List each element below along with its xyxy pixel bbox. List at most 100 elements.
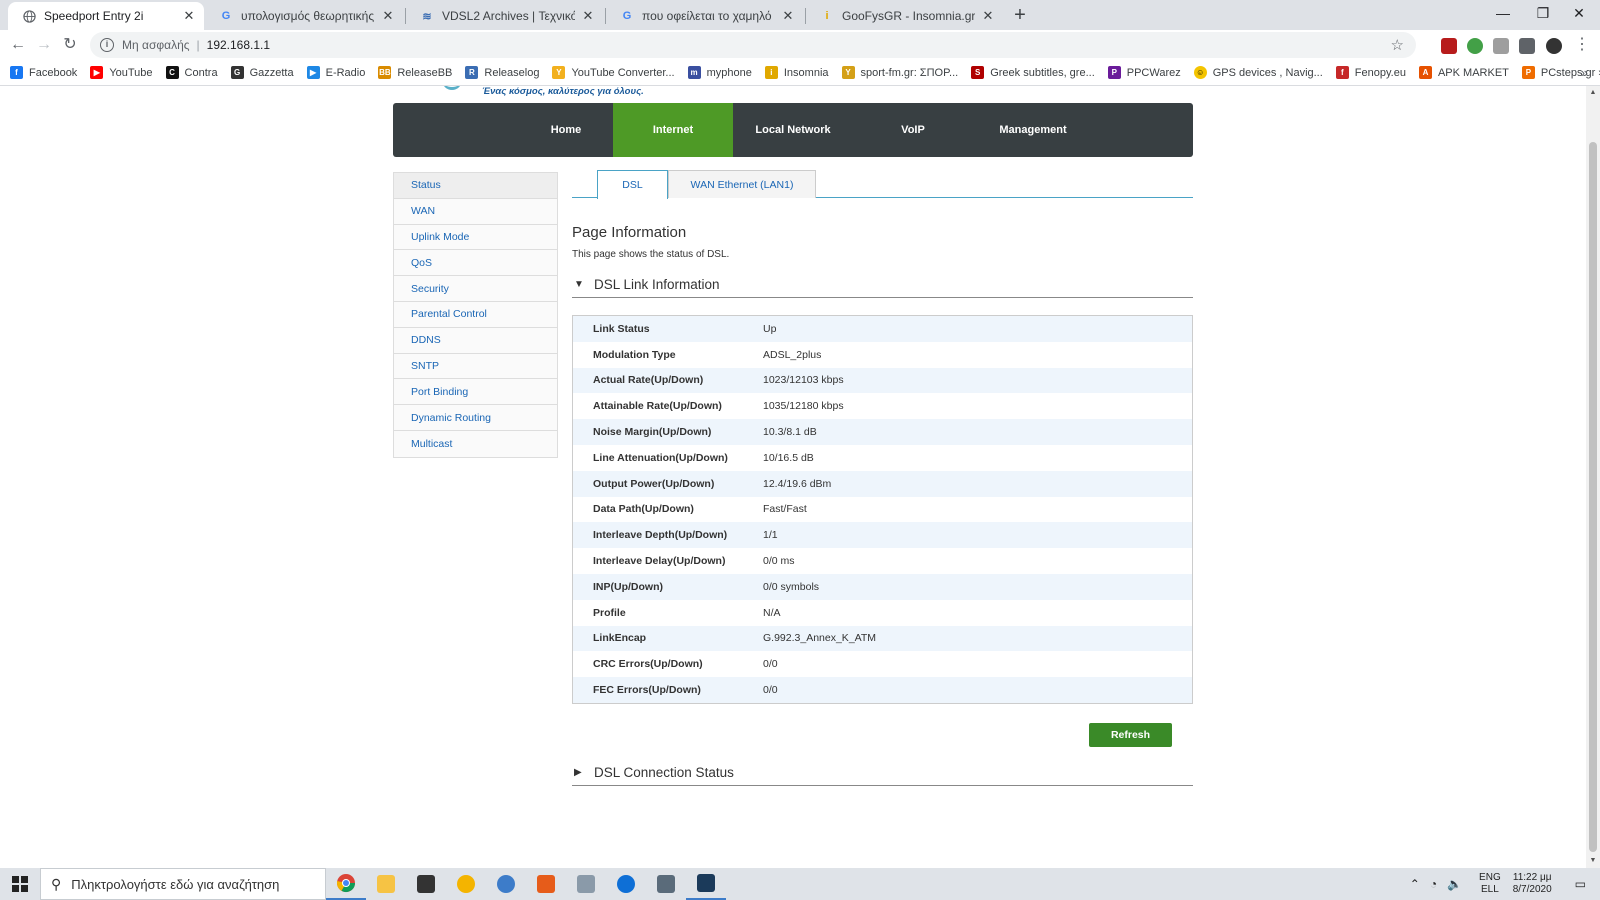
chrome-icon[interactable] — [326, 868, 366, 900]
tab-close-icon[interactable]: ✕ — [381, 8, 395, 24]
teamviewer-icon[interactable] — [606, 868, 646, 900]
profile-avatar[interactable] — [1546, 38, 1562, 54]
jar-icon[interactable] — [566, 868, 606, 900]
nav-local-network[interactable]: Local Network — [733, 103, 853, 157]
side-item-security[interactable]: Security — [394, 276, 557, 302]
speaker-icon[interactable]: 🔈 — [1447, 877, 1462, 891]
side-item-sntp[interactable]: SNTP — [394, 353, 557, 380]
green-extension-icon[interactable] — [1467, 38, 1483, 54]
close-window-button[interactable]: ✕ — [1556, 0, 1600, 28]
bookmark-youtube-converter[interactable]: Y YouTube Converter... — [552, 66, 675, 79]
refresh-button[interactable]: Refresh — [1089, 723, 1172, 747]
nav-management[interactable]: Management — [973, 103, 1093, 157]
eradio-icon: ▶ — [306, 66, 320, 79]
bookmark-myphone[interactable]: m myphone — [687, 66, 752, 79]
bookmark-gazzetta[interactable]: G Gazzetta — [230, 66, 294, 79]
tab-close-icon[interactable]: ✕ — [981, 8, 995, 24]
vertical-scrollbar[interactable]: ▲ ▼ — [1586, 86, 1600, 868]
scrollbar-thumb[interactable] — [1589, 142, 1597, 852]
nav-voip[interactable]: VoIP — [853, 103, 973, 157]
new-tab-button[interactable]: + — [1008, 4, 1032, 26]
browser-tab-speedport[interactable]: Speedport Entry 2i ✕ — [8, 2, 204, 30]
notification-icon[interactable]: ▭ — [1575, 877, 1586, 891]
forward-arrow-icon[interactable]: → — [32, 33, 56, 57]
bookmark-eradio[interactable]: ▶ E-Radio — [306, 66, 365, 79]
download-extension-icon[interactable] — [1493, 38, 1509, 54]
browser-tab-insomnia[interactable]: i GooFysGR - Insomnia.gr ✕ — [806, 2, 1003, 30]
table-row: Link Status Up — [573, 316, 1192, 342]
side-item-ddns[interactable]: DDNS — [394, 327, 557, 354]
address-bar[interactable]: i Μη ασφαλής | 192.168.1.1 ☆ — [90, 32, 1416, 58]
calculator-icon[interactable] — [646, 868, 686, 900]
bookmark-facebook[interactable]: f Facebook — [10, 66, 77, 79]
bookmark-label: YouTube Converter... — [571, 66, 675, 79]
table-row: FEC Errors(Up/Down) 0/0 — [573, 677, 1192, 703]
side-item-parental-control[interactable]: Parental Control — [394, 301, 557, 328]
back-arrow-icon[interactable]: ← — [6, 33, 30, 57]
store-icon[interactable] — [406, 868, 446, 900]
bookmark-label: Fenopy.eu — [1354, 66, 1406, 79]
tab-dsl[interactable]: DSL — [597, 170, 668, 199]
nav-internet[interactable]: Internet — [613, 103, 733, 157]
qbittorrent-icon[interactable] — [486, 868, 526, 900]
taskbar-search-box[interactable]: ⚲ Πληκτρολογήστε εδώ για αναζήτηση — [40, 868, 326, 900]
table-row: INP(Up/Down) 0/0 symbols — [573, 573, 1192, 600]
bookmark-sportfm[interactable]: Ysport-fm.gr: ΣΠΟΡ... — [841, 66, 959, 79]
bookmark-releaselog[interactable]: R Releaselog — [465, 66, 539, 79]
extensions-puzzle-icon[interactable] — [1519, 38, 1535, 54]
bookmark-apk-market[interactable]: A APK MARKET — [1418, 66, 1509, 79]
row-key: INP(Up/Down) — [593, 580, 663, 593]
wifi-icon[interactable]: ◔ — [1430, 877, 1437, 891]
bookmark-label: sport-fm.gr: ΣΠΟΡ... — [860, 66, 959, 79]
menu-kebab-icon[interactable]: ⋮ — [1570, 33, 1594, 57]
app-triangle-icon[interactable] — [446, 868, 486, 900]
insomnia-icon: i — [764, 66, 778, 79]
side-item-wan[interactable]: WAN — [394, 198, 557, 225]
bookmark-greek-subtitles[interactable]: S Greek subtitles, gre... — [971, 66, 1095, 79]
side-item-uplink-mode[interactable]: Uplink Mode — [394, 224, 557, 251]
browser-tab-vdsl2[interactable]: ≋ VDSL2 Archives | Τεχνικός Υπολογ ✕ — [406, 2, 603, 30]
search-icon: ⚲ — [51, 875, 62, 892]
bookmark-youtube[interactable]: ▶ YouTube — [90, 66, 153, 79]
bookmark-releasebb[interactable]: BB ReleaseBB — [378, 66, 452, 79]
tab-title: Speedport Entry 2i — [44, 9, 144, 23]
bookmark-gps-devices[interactable]: ☺ GPS devices , Navig... — [1193, 66, 1323, 79]
bookmark-pcsteps[interactable]: P PCsteps.gr » Η Τεχν... — [1521, 66, 1600, 79]
bookmark-star-icon[interactable]: ☆ — [1391, 36, 1404, 54]
row-key: Link Status — [593, 322, 650, 335]
side-item-port-binding[interactable]: Port Binding — [394, 379, 557, 406]
side-item-dynamic-routing[interactable]: Dynamic Routing — [394, 405, 557, 431]
bookmark-ppcwarez[interactable]: P PPCWarez — [1107, 66, 1181, 79]
bookmark-fenopy[interactable]: f Fenopy.eu — [1335, 66, 1406, 79]
browser-tab-google-2[interactable]: G που οφείλεται το χαμηλό snr - Α ✕ — [606, 2, 803, 30]
terminal-icon[interactable] — [686, 868, 726, 900]
reload-icon[interactable]: ↻ — [58, 33, 82, 57]
tab-close-icon[interactable]: ✕ — [581, 8, 595, 24]
dsl-link-table: Link Status Up Modulation Type ADSL_2plus … — [572, 315, 1193, 704]
browser-tab-google-1[interactable]: G υπολογισμός θεωρητικής μέγιστης ✕ — [205, 2, 403, 30]
bookmark-insomnia[interactable]: i Insomnia — [764, 66, 829, 79]
side-item-multicast[interactable]: Multicast — [394, 430, 557, 457]
start-button[interactable] — [0, 868, 40, 900]
scroll-down-icon[interactable]: ▼ — [1586, 854, 1600, 868]
bookmark-contra[interactable]: C Contra — [165, 66, 218, 79]
tab-close-icon[interactable]: ✕ — [182, 8, 196, 24]
google-icon: G — [622, 10, 632, 22]
dsl-link-info-header[interactable]: ▼ DSL Link Information — [572, 272, 1193, 298]
chevron-up-icon[interactable]: ⌃ — [1410, 877, 1420, 891]
side-item-status[interactable]: Status — [394, 173, 557, 199]
scroll-up-icon[interactable]: ▲ — [1586, 86, 1600, 100]
row-key: Noise Margin(Up/Down) — [593, 426, 712, 439]
more-bookmarks-icon[interactable]: » — [1581, 65, 1588, 80]
clock[interactable]: 11:22 μμ 8/7/2020 — [1513, 872, 1552, 896]
tab-wan-ethernet[interactable]: WAN Ethernet (LAN1) — [668, 170, 816, 198]
matlab-icon[interactable] — [526, 868, 566, 900]
file-explorer-icon[interactable] — [366, 868, 406, 900]
tab-close-icon[interactable]: ✕ — [781, 8, 795, 24]
side-item-qos[interactable]: QoS — [394, 250, 557, 277]
info-icon[interactable]: i — [100, 38, 114, 52]
language-indicator[interactable]: ENG ELL — [1479, 872, 1501, 896]
dsl-connection-status-header[interactable]: ▶ DSL Connection Status — [572, 760, 1193, 786]
nav-home[interactable]: Home — [506, 103, 626, 157]
ublock-extension-icon[interactable] — [1441, 38, 1457, 54]
